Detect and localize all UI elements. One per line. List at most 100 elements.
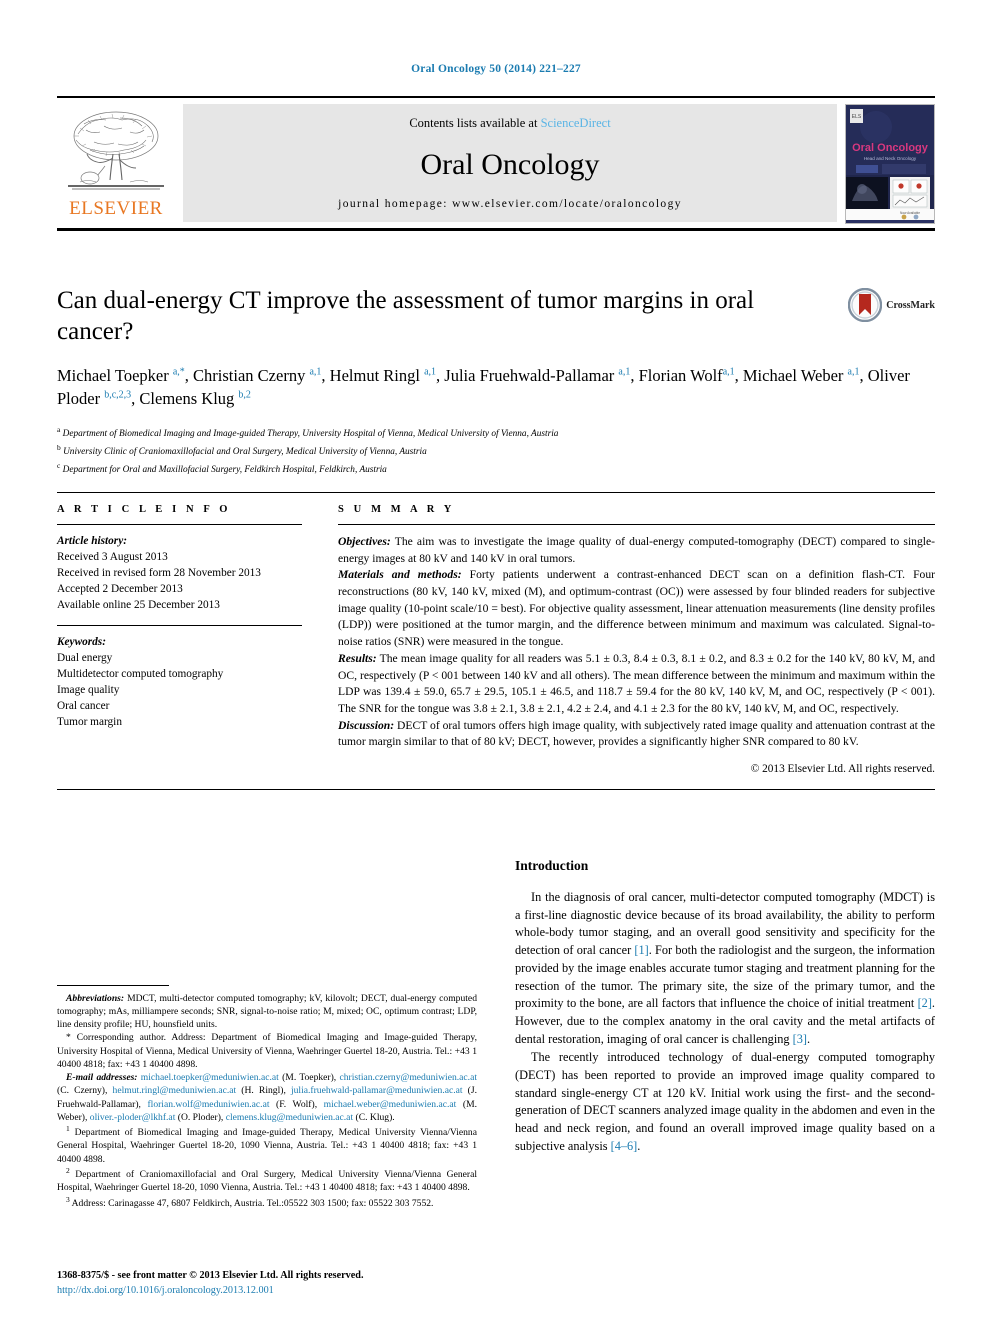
footnote-marker: 1 (66, 1124, 70, 1134)
masthead-top-rule (57, 96, 935, 98)
history-item: Accepted 2 December 2013 (57, 583, 183, 596)
email-person: (C. Klug). (353, 1111, 395, 1123)
affiliation-text: University Clinic of Craniomaxillofacial… (63, 447, 427, 458)
article-history-label: Article history: (57, 535, 127, 547)
journal-cover-thumbnail[interactable]: ELS Oral Oncology Head and Neck Oncology (845, 104, 935, 224)
summary-column: S U M M A R Y Objectives: The aim was to… (302, 493, 935, 775)
reference-2[interactable]: [2] (918, 996, 932, 1010)
introduction-body: In the diagnosis of oral cancer, multi-d… (515, 889, 935, 1156)
keywords-label: Keywords: (57, 636, 106, 649)
masthead-bottom-rule (57, 228, 935, 231)
footnote-1-text: Department of Biomedical Imaging and Ima… (57, 1127, 477, 1165)
footnote-3-text: Address: Carinagasse 47, 6807 Feldkirch,… (71, 1197, 434, 1209)
keyword-item: Oral cancer (57, 700, 110, 713)
contents-prefix: Contents lists available at (409, 116, 541, 130)
introduction-column: Introduction In the diagnosis of oral ca… (477, 858, 935, 1298)
email-person: (F. Wolf), (269, 1098, 324, 1110)
info-summary-band: A R T I C L E I N F O Article history: R… (57, 492, 935, 790)
email-link[interactable]: michael.weber@meduniwien.ac.at (324, 1099, 457, 1110)
paper-page: Oral Oncology 50 (2014) 221–227 ELSEVIER… (0, 0, 992, 1323)
article-info-column: A R T I C L E I N F O Article history: R… (57, 493, 302, 775)
abbreviations-label: Abbreviations: (66, 992, 125, 1004)
reference-1[interactable]: [1] (634, 943, 648, 957)
page-title: Can dual-energy CT improve the assessmen… (57, 287, 755, 345)
band-bottom-rule (57, 788, 935, 790)
abbreviations-note: Abbreviations: MDCT, multi-detector comp… (57, 992, 477, 1032)
affiliation-marker: c (57, 461, 61, 471)
intro-p1-d: . (806, 1031, 811, 1046)
history-item: Available online 25 December 2013 (57, 599, 220, 612)
summary-discussion: Discussion: DECT of oral tumors offers h… (338, 718, 935, 751)
footnote-marker: 3 (66, 1194, 70, 1204)
author-list: Michael Toepker a,*, Christian Czerny a,… (57, 366, 910, 409)
summary-copyright: © 2013 Elsevier Ltd. All rights reserved… (750, 762, 935, 775)
article-info-heading: A R T I C L E I N F O (57, 504, 232, 515)
history-item: Received in revised form 28 November 201… (57, 567, 261, 580)
intro-p2-b: . (637, 1138, 641, 1153)
footnote-2-text: Department of Craniomaxillofacial and Or… (57, 1169, 478, 1194)
affiliation-text: Department of Biomedical Imaging and Ima… (62, 428, 559, 439)
affiliation-marker: b (57, 442, 61, 452)
svg-text:Oral Oncology: Oral Oncology (852, 142, 929, 154)
elsevier-logo: ELSEVIER (57, 104, 175, 222)
objectives-label: Objectives: (338, 535, 391, 548)
doi-link[interactable]: http://dx.doi.org/10.1016/j.oraloncology… (57, 1284, 477, 1298)
elsevier-wordmark: ELSEVIER (69, 198, 163, 219)
footnote-3: 3 Address: Carinagasse 47, 6807 Feldkirc… (57, 1195, 477, 1210)
email-link[interactable]: helmut.ringl@meduniwien.ac.at (113, 1085, 237, 1096)
elsevier-tree-icon (68, 111, 164, 190)
summary-body: Objectives: The aim was to investigate t… (338, 534, 935, 751)
email-person: (C. Czerny), (57, 1085, 113, 1097)
cover-artwork-icon: ELS Oral Oncology Head and Neck Oncology (846, 105, 934, 223)
corresponding-author-note: * Corresponding author. Address: Departm… (57, 1032, 477, 1070)
introduction-heading: Introduction (515, 858, 589, 873)
email-label: E-mail addresses: (66, 1072, 138, 1084)
keyword-item: Image quality (57, 684, 120, 697)
crossmark-badge[interactable]: CrossMark (848, 288, 935, 322)
results-text: The mean image quality for all readers w… (338, 651, 935, 715)
keyword-item: Dual energy (57, 652, 113, 665)
methods-label: Materials and methods: (338, 568, 462, 582)
article-info-rule (57, 524, 302, 525)
footnotes-block: Abbreviations: MDCT, multi-detector comp… (57, 984, 478, 1210)
footnote-marker: 2 (66, 1165, 70, 1175)
sciencedirect-link[interactable]: ScienceDirect (541, 116, 611, 130)
keyword-item: Multidetector computed tomography (57, 668, 224, 681)
footnotes-rule (57, 984, 169, 986)
intro-p2-a: The recently introduced technology of du… (515, 1050, 935, 1153)
introduction-paragraph-2: The recently introduced technology of du… (515, 1049, 935, 1155)
issn-line: 1368-8375/$ - see front matter © 2013 El… (57, 1270, 364, 1282)
footnotes-column: Abbreviations: MDCT, multi-detector comp… (57, 858, 477, 1298)
email-link[interactable]: christian.czerny@meduniwien.ac.at (340, 1072, 478, 1083)
affiliation-list: a Department of Biomedical Imaging and I… (57, 424, 935, 478)
keywords-rule (57, 625, 302, 627)
masthead-center-panel: Contents lists available at ScienceDirec… (183, 104, 837, 222)
email-person: (M. Toepker), (278, 1072, 340, 1084)
crossmark-label: CrossMark (886, 299, 935, 311)
keyword-item: Tumor margin (57, 716, 122, 729)
email-person: (H. Ringl), (236, 1085, 291, 1097)
email-link[interactable]: florian.wolf@meduniwien.ac.at (147, 1099, 269, 1110)
email-link[interactable]: oliver.-ploder@lkhf.at (90, 1112, 176, 1123)
email-addresses-note: E-mail addresses: michael.toepker@meduni… (57, 1071, 477, 1124)
summary-rule (338, 524, 935, 525)
objectives-text: The aim was to investigate the image qua… (338, 535, 935, 565)
svg-text:ELS: ELS (852, 114, 862, 120)
email-person: (O. Ploder), (175, 1111, 226, 1123)
affiliation-item: c Department for Oral and Maxillofacial … (57, 460, 935, 478)
affiliation-item: b University Clinic of Craniomaxillofaci… (57, 442, 935, 460)
summary-methods: Materials and methods: Forty patients un… (338, 567, 935, 650)
reference-3[interactable]: [3] (793, 1032, 807, 1046)
affiliation-item: a Department of Biomedical Imaging and I… (57, 424, 935, 442)
email-link[interactable]: clemens.klug@meduniwien.ac.at (226, 1112, 353, 1123)
journal-title: Oral Oncology (420, 147, 600, 181)
reference-4-6[interactable]: [4–6] (611, 1139, 638, 1153)
email-link[interactable]: julia.fruehwald-pallamar@meduniwien.ac.a… (291, 1085, 463, 1096)
journal-homepage-link[interactable]: journal homepage: www.elsevier.com/locat… (338, 198, 682, 210)
email-link[interactable]: michael.toepker@meduniwien.ac.at (141, 1072, 279, 1083)
lower-columns: Abbreviations: MDCT, multi-detector comp… (57, 858, 935, 1298)
affiliation-marker: a (57, 424, 61, 434)
keywords-group: Keywords: Dual energy Multidetector comp… (57, 634, 302, 730)
journal-masthead: ELSEVIER Contents lists available at Sci… (57, 96, 935, 231)
svg-text:Head and Neck Oncology: Head and Neck Oncology (864, 156, 917, 161)
